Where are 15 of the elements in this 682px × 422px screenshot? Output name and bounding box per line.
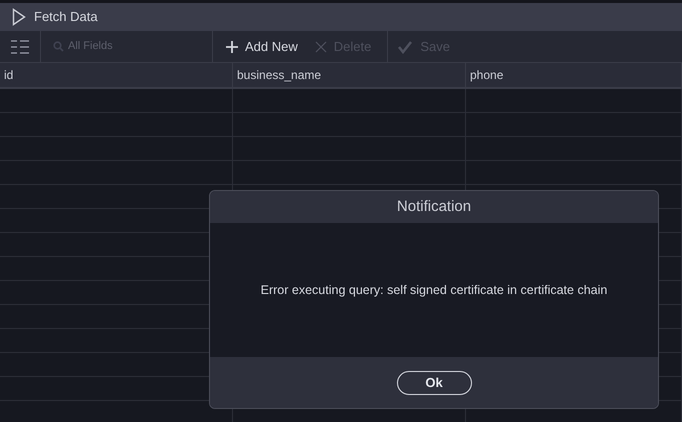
check-icon <box>396 40 414 54</box>
dialog-title: Notification <box>396 196 472 217</box>
add-button[interactable]: Add New <box>225 34 298 58</box>
ok-button[interactable]: Ok <box>396 370 472 394</box>
error-message: Error executing query: self signed certificate in certificate chain <box>260 282 608 299</box>
fetch-data-label[interactable]: Fetch Data <box>34 7 98 27</box>
column-header[interactable]: phone <box>470 66 504 84</box>
list-view-icon[interactable] <box>10 38 30 54</box>
column-header[interactable]: id <box>4 66 14 84</box>
play-icon[interactable] <box>12 8 26 26</box>
column-header[interactable]: business_name <box>237 66 322 84</box>
search-field[interactable]: All Fields <box>68 38 198 55</box>
close-icon <box>314 40 328 54</box>
search-icon <box>53 41 64 52</box>
plus-icon <box>225 40 239 54</box>
